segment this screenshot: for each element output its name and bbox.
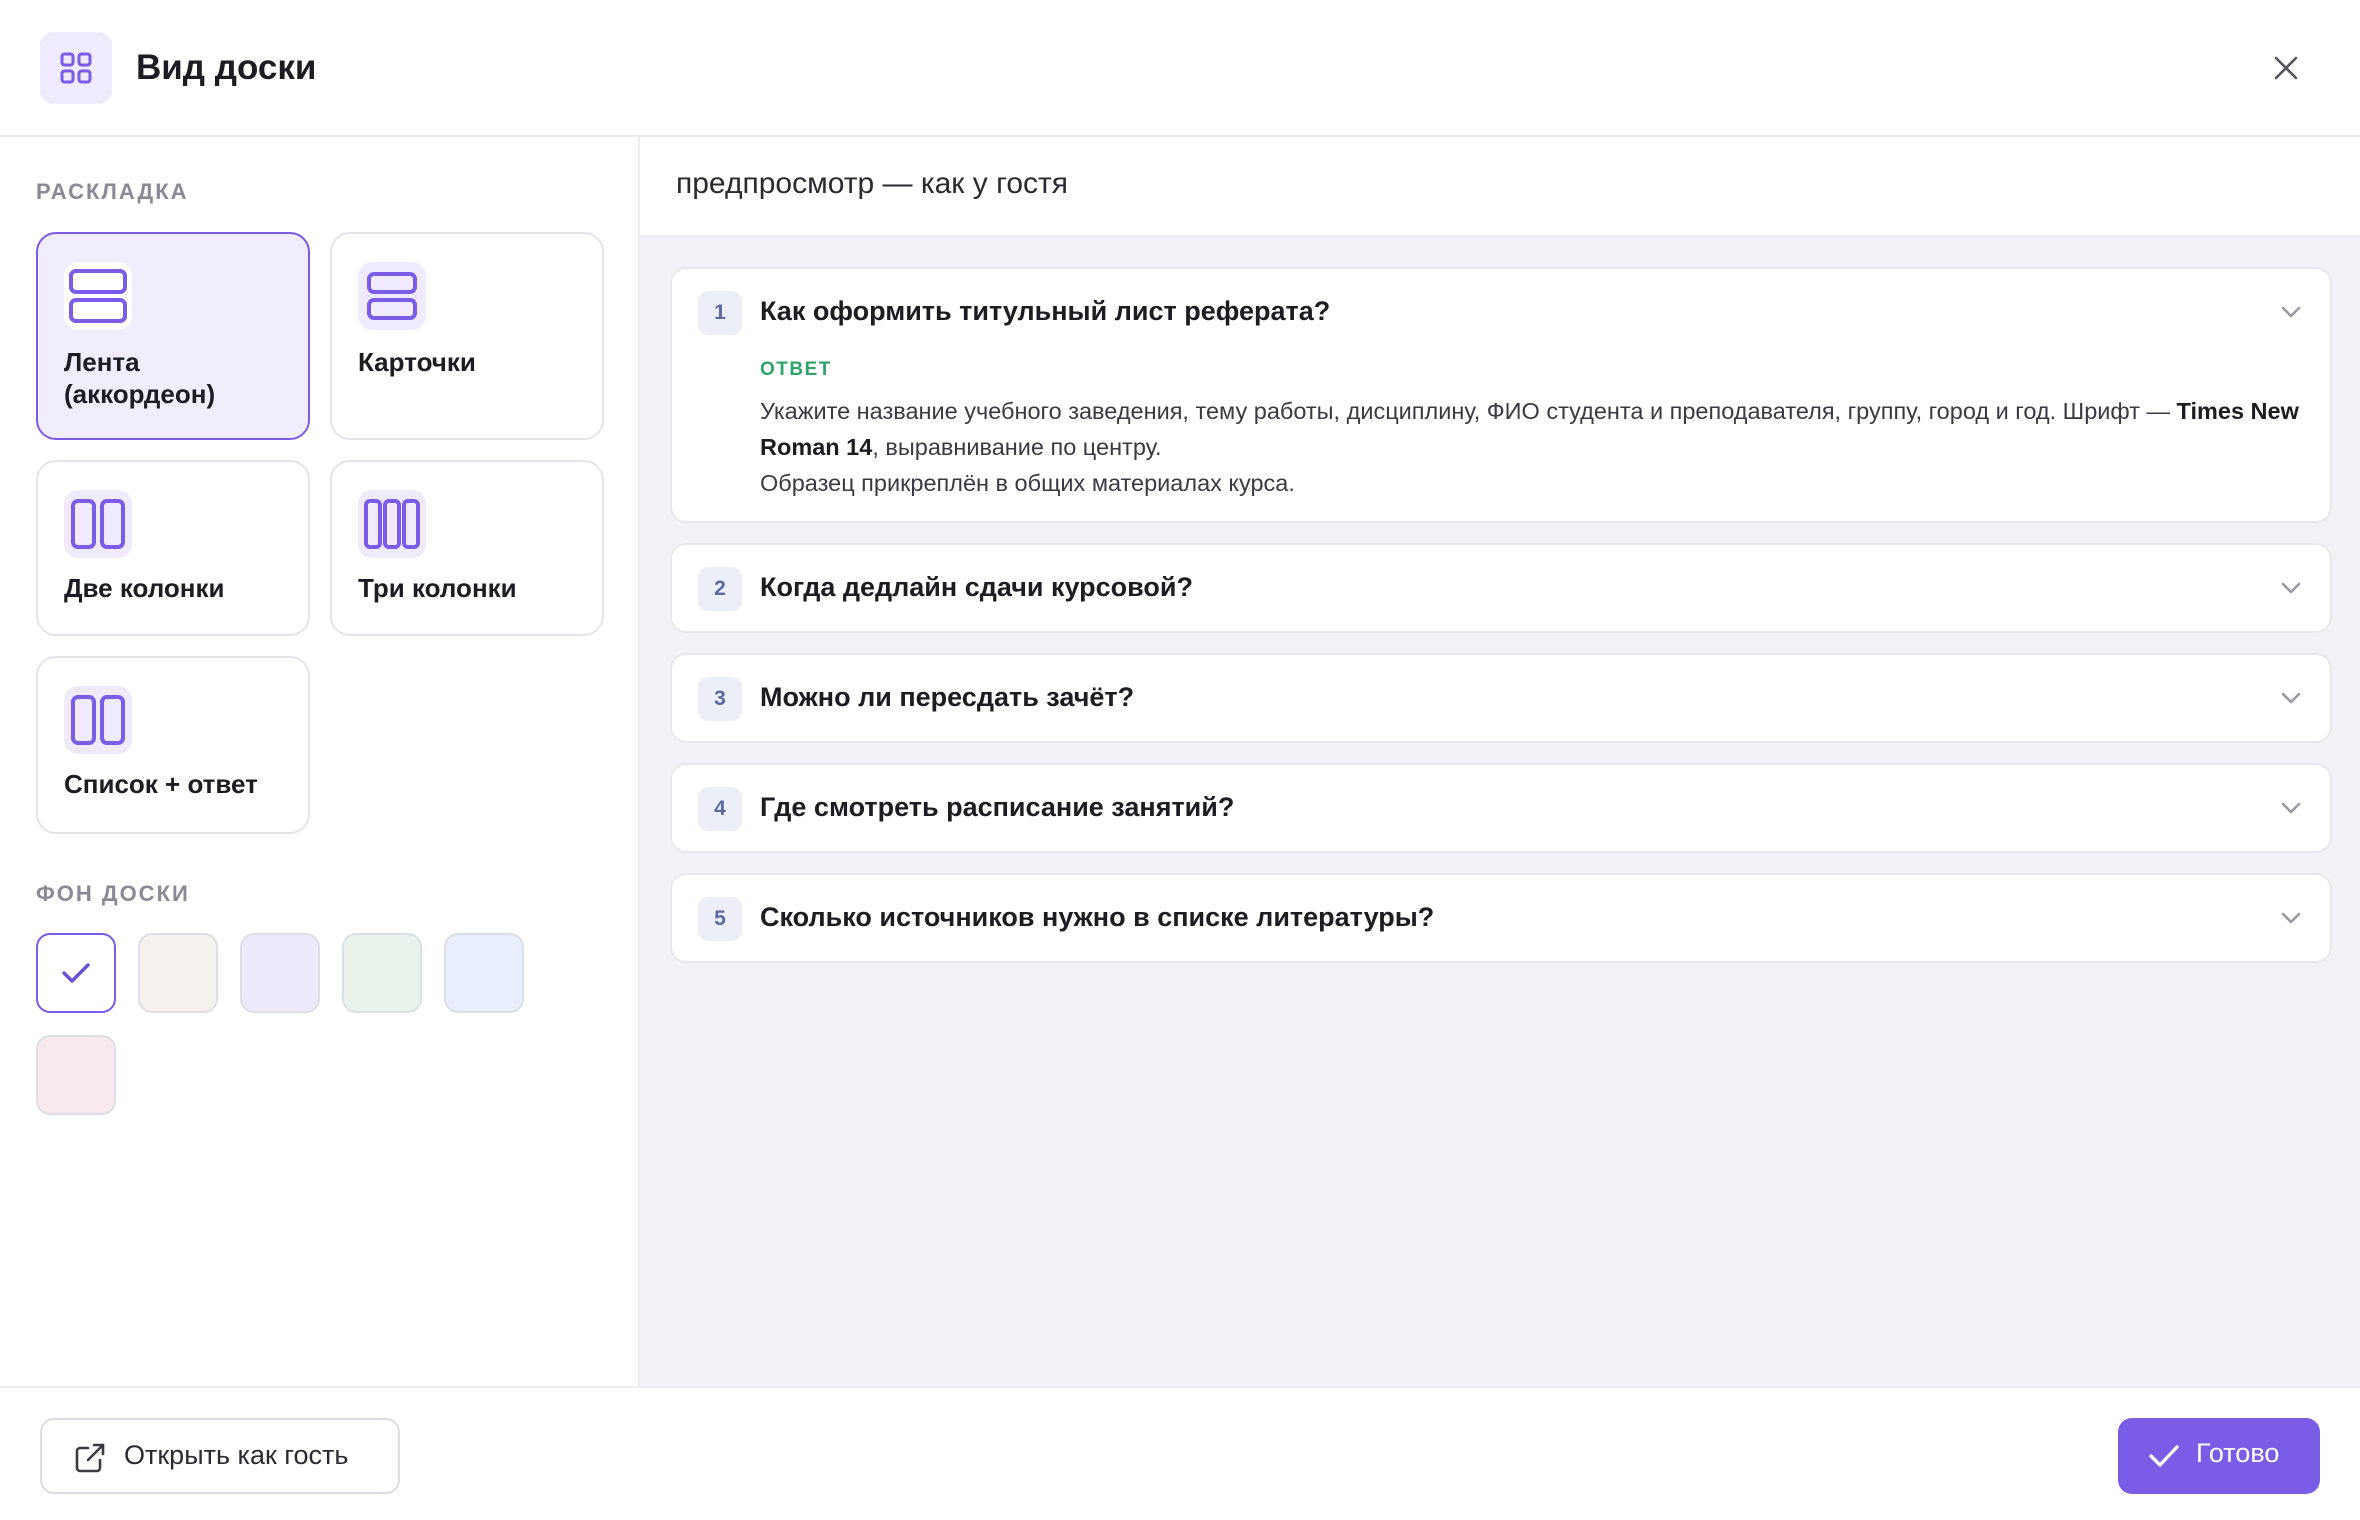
faq-number: 4 bbox=[698, 787, 742, 831]
background-swatch-beige[interactable] bbox=[138, 933, 218, 1013]
preview-header: предпросмотр — как у гостя bbox=[640, 137, 2360, 237]
faq-item[interactable]: 1 Как оформить титульный лист реферата? … bbox=[670, 267, 2332, 523]
faq-question: Когда дедлайн сдачи курсовой? bbox=[760, 572, 1193, 602]
background-swatch-mint[interactable] bbox=[342, 933, 422, 1013]
chevron-down-icon[interactable] bbox=[2276, 683, 2306, 713]
three-columns-icon bbox=[358, 490, 426, 558]
faq-item[interactable]: 4 Где смотреть расписание занятий? bbox=[670, 763, 2332, 853]
dialog-header: Вид доски bbox=[0, 0, 2360, 137]
layout-option-label: Лента (аккордеон) bbox=[64, 347, 216, 409]
chevron-down-icon[interactable] bbox=[2276, 903, 2306, 933]
close-button[interactable] bbox=[2262, 44, 2310, 92]
dialog-footer: Открыть как гость Готово bbox=[0, 1386, 2360, 1520]
rows-icon bbox=[64, 262, 132, 330]
background-swatch-white[interactable] bbox=[36, 933, 116, 1013]
faq-item[interactable]: 5 Сколько источников нужно в списке лите… bbox=[670, 873, 2332, 963]
check-icon bbox=[2149, 1445, 2179, 1467]
faq-question: Сколько источников нужно в списке литера… bbox=[760, 902, 1435, 932]
dialog-title: Вид доски bbox=[136, 48, 317, 87]
layout-option-label: Три колонки bbox=[358, 573, 517, 603]
layout-option-two-columns[interactable]: Две колонки bbox=[36, 460, 310, 636]
chevron-down-icon[interactable] bbox=[2276, 793, 2306, 823]
layout-option-feed[interactable]: Лента (аккордеон) bbox=[36, 232, 310, 440]
layout-section-label: РАСКЛАДКА bbox=[36, 179, 189, 204]
faq-question: Можно ли пересдать зачёт? bbox=[760, 682, 1135, 712]
faq-item[interactable]: 3 Можно ли пересдать зачёт? bbox=[670, 653, 2332, 743]
chevron-down-icon[interactable] bbox=[2276, 297, 2306, 327]
rows-icon bbox=[358, 262, 426, 330]
background-section-label: ФОН ДОСКИ bbox=[36, 881, 190, 906]
two-columns-icon bbox=[64, 686, 132, 754]
layout-option-cards[interactable]: Карточки bbox=[330, 232, 604, 440]
grid-icon bbox=[40, 32, 112, 104]
preview-title: предпросмотр — как у гостя bbox=[676, 167, 1069, 200]
faq-number: 5 bbox=[698, 897, 742, 941]
faq-number: 2 bbox=[698, 567, 742, 611]
layout-option-label: Две колонки bbox=[64, 573, 225, 603]
chevron-down-icon[interactable] bbox=[2276, 573, 2306, 603]
check-icon bbox=[62, 963, 90, 983]
close-icon bbox=[2274, 56, 2298, 80]
answer-text-part: , выравнивание по центру. bbox=[872, 434, 1162, 460]
answer-text: Укажите название учебного заведения, тем… bbox=[760, 393, 2300, 501]
background-swatch-blue[interactable] bbox=[444, 933, 524, 1013]
open-as-guest-button[interactable]: Открыть как гость bbox=[40, 1418, 400, 1494]
layout-option-label: Список + ответ bbox=[64, 769, 258, 799]
preview-panel: предпросмотр — как у гостя 1 Как оформит… bbox=[640, 137, 2360, 1386]
open-as-guest-label: Открыть как гость bbox=[124, 1440, 349, 1470]
faq-number: 3 bbox=[698, 677, 742, 721]
board-view-dialog: Вид доски РАСКЛАДКА Лента (аккордеон) Ка… bbox=[0, 0, 2360, 1520]
layout-option-label: Карточки bbox=[358, 347, 476, 377]
faq-question: Где смотреть расписание занятий? bbox=[760, 792, 1235, 822]
external-link-icon bbox=[75, 1443, 105, 1473]
faq-question: Как оформить титульный лист реферата? bbox=[760, 296, 1331, 326]
answer-text-part: Образец прикреплён в общих материалах ку… bbox=[760, 470, 1295, 496]
answer-text-part: Укажите название учебного заведения, тем… bbox=[760, 398, 2170, 424]
layout-option-list-answer[interactable]: Список + ответ bbox=[36, 656, 310, 834]
background-swatch-lavender[interactable] bbox=[240, 933, 320, 1013]
faq-item[interactable]: 2 Когда дедлайн сдачи курсовой? bbox=[670, 543, 2332, 633]
done-button[interactable]: Готово bbox=[2118, 1418, 2320, 1494]
settings-sidebar: РАСКЛАДКА Лента (аккордеон) Карточки Две… bbox=[0, 137, 640, 1386]
faq-number: 1 bbox=[698, 291, 742, 335]
answer-label: ОТВЕТ bbox=[760, 359, 832, 380]
background-swatch-pink[interactable] bbox=[36, 1035, 116, 1115]
layout-option-three-columns[interactable]: Три колонки bbox=[330, 460, 604, 636]
two-columns-icon bbox=[64, 490, 132, 558]
done-label: Готово bbox=[2196, 1438, 2280, 1468]
